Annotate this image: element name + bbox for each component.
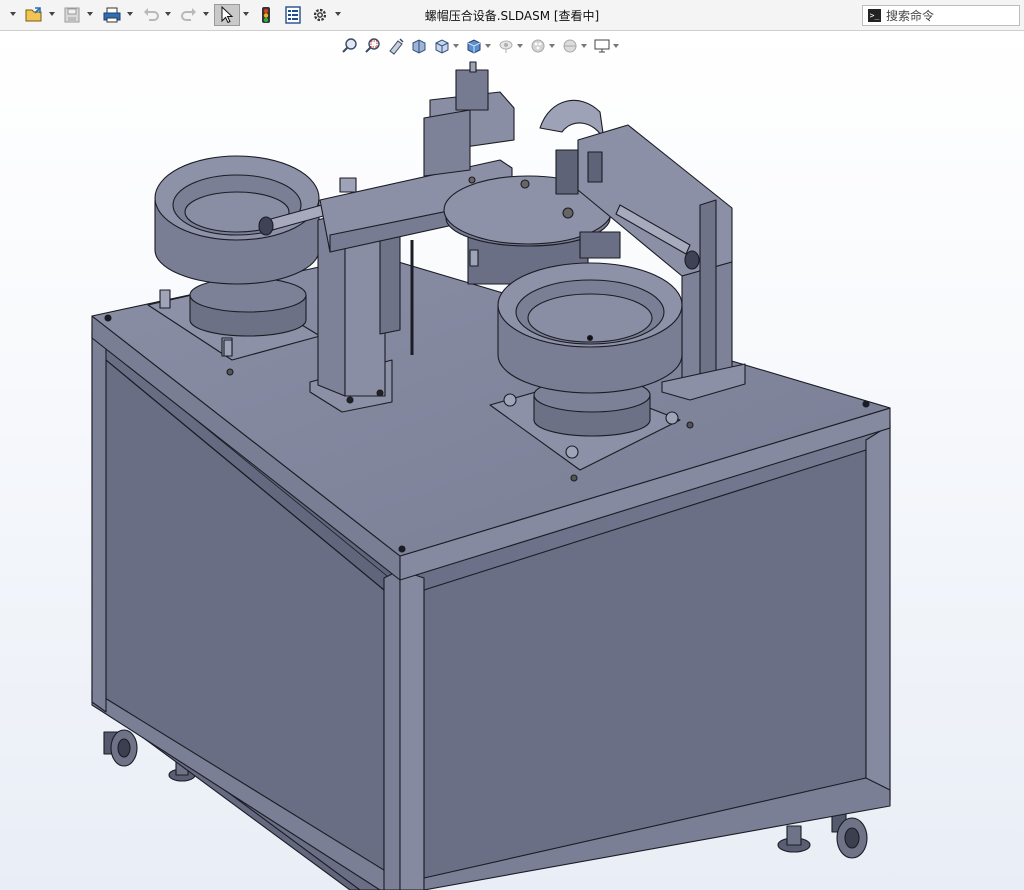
open-icon[interactable] <box>22 4 46 26</box>
stepper-motor <box>423 61 515 177</box>
search-commands-box[interactable]: >_ <box>862 5 1020 26</box>
open-dropdown-caret[interactable] <box>49 12 55 16</box>
print-dropdown-caret[interactable] <box>127 12 133 16</box>
undo-dropdown-caret[interactable] <box>165 12 171 16</box>
redo-icon[interactable] <box>178 4 200 26</box>
feed-tube <box>539 99 605 141</box>
select-icon[interactable] <box>214 4 240 26</box>
save-icon[interactable] <box>60 4 84 26</box>
options-dropdown-caret[interactable] <box>335 12 341 16</box>
search-input[interactable] <box>886 8 1016 23</box>
undo-icon[interactable] <box>140 4 162 26</box>
toolbar-overflow-caret[interactable] <box>10 12 16 16</box>
assembly-model[interactable] <box>0 31 1024 890</box>
select-dropdown-caret[interactable] <box>243 12 249 16</box>
print-icon[interactable] <box>100 4 124 26</box>
save-dropdown-caret[interactable] <box>87 12 93 16</box>
gear-icon[interactable] <box>308 4 332 26</box>
file-properties-icon[interactable] <box>282 4 304 26</box>
command-prompt-icon: >_ <box>868 9 881 22</box>
main-toolbar: 螺帽压合设备.SLDASM [查看中] >_ <box>0 0 1024 31</box>
rebuild-icon[interactable] <box>256 4 276 26</box>
graphics-area[interactable] <box>0 31 1024 890</box>
redo-dropdown-caret[interactable] <box>203 12 209 16</box>
